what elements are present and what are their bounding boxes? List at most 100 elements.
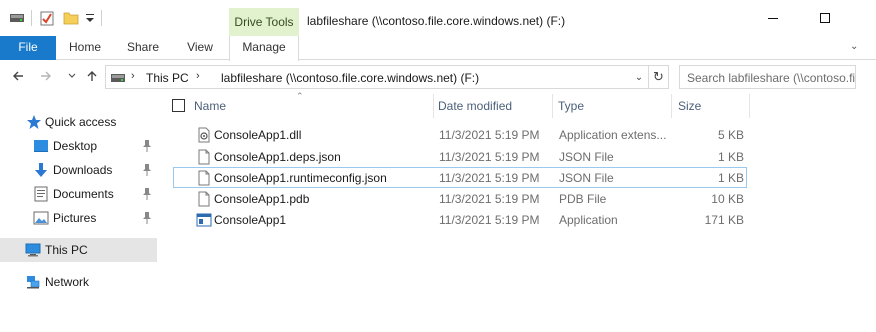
computer-icon xyxy=(25,242,41,258)
address-row: › This PC › labfileshare (\\contoso.file… xyxy=(0,60,876,92)
address-history-button[interactable]: ⌄ xyxy=(631,70,647,86)
column-date-modified[interactable]: Date modified xyxy=(438,99,512,113)
address-bar[interactable]: › This PC › labfileshare (\\contoso.file… xyxy=(105,65,669,89)
nav-network[interactable]: Network xyxy=(0,270,157,294)
file-size: 10 KB xyxy=(711,192,744,206)
search-placeholder: Search labfileshare (\\contoso.file.core… xyxy=(687,71,856,85)
network-icon xyxy=(25,274,41,290)
file-size: 1 KB xyxy=(717,150,744,164)
column-divider[interactable] xyxy=(552,94,553,118)
file-row[interactable]: ConsoleApp1.deps.json 11/3/2021 5:19 PM … xyxy=(173,146,747,167)
breadcrumb-separator[interactable]: › xyxy=(131,70,135,82)
file-row[interactable]: ConsoleApp1.pdb 11/3/2021 5:19 PM PDB Fi… xyxy=(173,188,747,209)
nav-pictures[interactable]: Pictures xyxy=(0,206,157,230)
file-type: JSON File xyxy=(559,150,614,164)
refresh-button[interactable]: ↻ xyxy=(648,66,668,88)
pin-icon[interactable] xyxy=(141,139,153,153)
title-bar: Drive Tools labfileshare (\\contoso.file… xyxy=(0,0,876,36)
file-size: 5 KB xyxy=(717,128,744,142)
file-name: ConsoleApp1.dll xyxy=(214,128,302,142)
column-size[interactable]: Size xyxy=(678,99,701,113)
nav-quick-access[interactable]: Quick access xyxy=(0,110,157,134)
tab-view[interactable]: View xyxy=(180,36,220,60)
new-folder-icon[interactable] xyxy=(63,10,79,26)
file-row[interactable]: ConsoleApp1.dll 11/3/2021 5:19 PM Applic… xyxy=(173,124,747,145)
download-arrow-icon xyxy=(33,162,49,178)
column-type[interactable]: Type xyxy=(558,99,584,113)
sort-ascending-icon: ⌃ xyxy=(296,91,304,101)
file-type: PDB File xyxy=(559,192,607,206)
file-name: ConsoleApp1 xyxy=(214,213,287,227)
application-icon xyxy=(196,212,212,228)
file-date: 11/3/2021 5:19 PM xyxy=(439,150,540,164)
nav-label: Pictures xyxy=(53,211,97,225)
pin-icon[interactable] xyxy=(141,211,153,225)
file-type: Application extens... xyxy=(559,128,667,142)
minimize-button[interactable] xyxy=(750,0,796,36)
file-date: 11/3/2021 5:19 PM xyxy=(439,128,540,142)
breadcrumb-labfileshare[interactable]: labfileshare (\\contoso.file.core.window… xyxy=(221,71,479,85)
dll-file-icon xyxy=(196,127,212,143)
properties-icon[interactable] xyxy=(39,10,55,26)
nav-desktop[interactable]: Desktop xyxy=(0,134,157,158)
column-divider[interactable] xyxy=(671,94,672,118)
nav-downloads[interactable]: Downloads xyxy=(0,158,157,182)
recent-locations-button[interactable] xyxy=(64,68,80,84)
file-row[interactable]: ConsoleApp1.runtimeconfig.json 11/3/2021… xyxy=(173,167,747,188)
column-name[interactable]: Name xyxy=(194,99,226,113)
expand-ribbon-icon[interactable]: ⌄ xyxy=(850,41,858,52)
search-input[interactable]: Search labfileshare (\\contoso.file.core… xyxy=(679,65,856,89)
nav-label: Downloads xyxy=(53,163,113,177)
file-date: 11/3/2021 5:19 PM xyxy=(439,171,540,185)
file-row[interactable]: ConsoleApp1 11/3/2021 5:19 PM Applicatio… xyxy=(173,209,747,230)
pin-icon[interactable] xyxy=(141,187,153,201)
navigation-pane: Quick access Desktop Downloads Documents xyxy=(0,92,157,332)
chevron-down-icon xyxy=(68,73,76,78)
tab-home[interactable]: Home xyxy=(64,36,106,60)
pictures-icon xyxy=(33,210,49,226)
forward-button[interactable] xyxy=(38,68,54,84)
file-list: ⌃ Name Date modified Type Size ConsoleAp… xyxy=(157,91,876,332)
tab-file[interactable]: File xyxy=(0,36,56,60)
star-icon xyxy=(26,114,42,130)
column-divider[interactable] xyxy=(749,94,750,118)
file-date: 11/3/2021 5:19 PM xyxy=(439,192,540,206)
tab-manage[interactable]: Manage xyxy=(229,36,299,61)
up-arrow-icon xyxy=(87,71,97,81)
nav-documents[interactable]: Documents xyxy=(0,182,157,206)
nav-label: This PC xyxy=(45,243,88,257)
minimize-icon xyxy=(768,17,778,19)
nav-label: Documents xyxy=(53,187,114,201)
up-button[interactable] xyxy=(84,68,100,84)
tab-share[interactable]: Share xyxy=(121,36,165,60)
back-button[interactable] xyxy=(10,68,26,84)
json-file-icon xyxy=(196,149,212,165)
contextual-tab-drive-tools: Drive Tools xyxy=(229,8,299,36)
file-size: 171 KB xyxy=(704,213,744,227)
nav-label: Network xyxy=(45,275,90,289)
file-name: ConsoleApp1.runtimeconfig.json xyxy=(214,171,387,185)
desktop-icon xyxy=(33,138,49,154)
divider xyxy=(101,10,102,26)
json-file-icon xyxy=(196,170,212,186)
maximize-icon xyxy=(820,13,830,23)
column-divider[interactable] xyxy=(433,94,434,118)
select-all-checkbox[interactable] xyxy=(172,99,185,112)
pdb-file-icon xyxy=(196,191,212,207)
ribbon-tabs: File Home Share View Manage ⌄ xyxy=(0,36,876,61)
file-date: 11/3/2021 5:19 PM xyxy=(439,213,540,227)
file-name: ConsoleApp1.pdb xyxy=(214,192,310,206)
drive-icon xyxy=(110,70,126,89)
file-type: JSON File xyxy=(559,171,614,185)
nav-label: Desktop xyxy=(53,139,98,153)
divider xyxy=(31,10,32,26)
nav-label: Quick access xyxy=(45,115,117,129)
customize-toolbar-icon[interactable] xyxy=(82,10,98,26)
nav-this-pc[interactable]: This PC xyxy=(0,238,157,262)
pin-icon[interactable] xyxy=(141,163,153,177)
maximize-button[interactable] xyxy=(802,0,848,36)
breadcrumb-separator[interactable]: › xyxy=(196,70,200,82)
file-size: 1 KB xyxy=(717,171,744,185)
column-header-row: ⌃ Name Date modified Type Size xyxy=(157,91,876,120)
breadcrumb-this-pc[interactable]: This PC xyxy=(146,71,189,85)
